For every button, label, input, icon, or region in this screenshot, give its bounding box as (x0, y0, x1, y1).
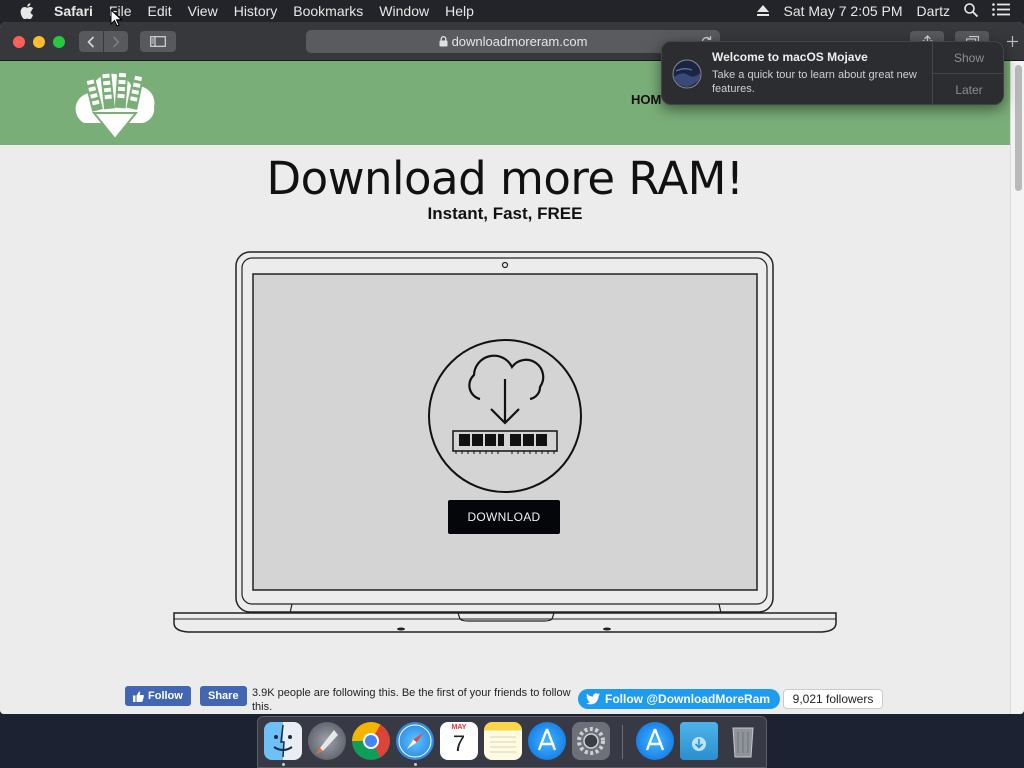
nav-home-link[interactable]: HOM (631, 92, 661, 107)
twitter-follow-button[interactable]: Follow @DownloadMoreRam (578, 689, 781, 709)
menu-view[interactable]: View (180, 0, 226, 22)
page-scrollbar[interactable] (1010, 61, 1024, 714)
scrollbar-thumb[interactable] (1015, 65, 1022, 191)
safari-icon[interactable] (396, 722, 434, 760)
notification-title: Welcome to macOS Mojave (712, 50, 868, 64)
spotlight-search-icon[interactable] (964, 2, 979, 20)
twitter-bird-icon (586, 693, 600, 705)
launchpad-icon[interactable] (308, 722, 346, 760)
notification-show-button[interactable]: Show (933, 42, 1003, 74)
menu-window[interactable]: Window (371, 0, 437, 22)
menu-edit[interactable]: Edit (139, 0, 179, 22)
sidebar-icon (150, 36, 166, 47)
back-button[interactable] (79, 31, 103, 52)
chevron-right-icon (112, 35, 120, 48)
dock: MAY 7 (257, 716, 767, 768)
facebook-share-button[interactable]: Share (200, 686, 247, 706)
page-subtitle: Instant, Fast, FREE (427, 204, 583, 223)
mojave-welcome-notification[interactable]: Welcome to macOS Mojave Take a quick tou… (661, 41, 1004, 105)
apple-menu-icon[interactable] (16, 0, 38, 22)
twitter-follow-label: Follow @DownloadMoreRam (605, 692, 771, 706)
menubar-clock[interactable]: Sat May 7 2:05 PM (783, 3, 902, 19)
address-bar[interactable]: downloadmoreram.com (306, 30, 720, 53)
notes-icon[interactable] (484, 722, 522, 760)
facebook-follow-count-text: 3.9K people are following this. Be the f… (252, 687, 571, 713)
app-store-icon[interactable] (528, 722, 566, 760)
safari-running-indicator (414, 763, 417, 766)
chevron-left-icon (87, 35, 95, 48)
laptop-illustration (173, 251, 837, 633)
safari-window: downloadmoreram.com HOM Download more RA… (0, 22, 1024, 714)
page-title: Download more RAM! (266, 152, 744, 205)
calendar-month: MAY (451, 724, 467, 731)
lock-icon (439, 36, 448, 47)
facebook-follow-label: Follow (148, 690, 183, 702)
url-text: downloadmoreram.com (451, 34, 588, 49)
system-preferences-icon[interactable] (572, 722, 610, 760)
finder-running-indicator (282, 763, 285, 766)
thumbs-up-icon (133, 691, 144, 702)
notification-body: Take a quick tour to learn about great n… (712, 69, 917, 95)
finder-icon[interactable] (264, 722, 302, 760)
chrome-icon[interactable] (352, 722, 390, 760)
calendar-day: 7 (452, 731, 466, 756)
minimize-window-button[interactable] (33, 36, 45, 48)
mouse-cursor-icon (110, 9, 122, 27)
download-ram-button[interactable]: DOWNLOAD (448, 500, 560, 534)
calendar-icon[interactable]: MAY 7 (440, 722, 478, 760)
dock-separator (622, 725, 623, 759)
menu-bar: Safari File Edit View History Bookmarks … (0, 0, 1024, 22)
zoom-window-button[interactable] (53, 36, 65, 48)
notification-center-icon[interactable] (992, 3, 1010, 19)
trash-icon[interactable] (724, 722, 762, 760)
notification-later-button[interactable]: Later (933, 74, 1003, 104)
menu-safari[interactable]: Safari (46, 0, 101, 22)
ram-download-logo-icon[interactable] (70, 67, 160, 141)
menubar-user[interactable]: Dartz (917, 3, 950, 19)
menu-history[interactable]: History (226, 0, 286, 22)
menu-help[interactable]: Help (437, 0, 482, 22)
forward-button[interactable] (104, 31, 128, 52)
macos-mojave-icon (672, 59, 702, 89)
sidebar-toggle-button[interactable] (140, 31, 176, 52)
eject-icon[interactable] (757, 3, 770, 19)
facebook-follow-button[interactable]: Follow (125, 686, 191, 706)
menu-bookmarks[interactable]: Bookmarks (285, 0, 371, 22)
app-store-downloads-icon[interactable] (636, 722, 674, 760)
plus-icon (1006, 36, 1018, 47)
downloads-folder-icon[interactable] (680, 722, 718, 760)
twitter-follower-count: 9,021 followers (783, 689, 883, 709)
web-page: HOM Download more RAM! Instant, Fast, FR… (0, 61, 1010, 714)
close-window-button[interactable] (13, 36, 25, 48)
